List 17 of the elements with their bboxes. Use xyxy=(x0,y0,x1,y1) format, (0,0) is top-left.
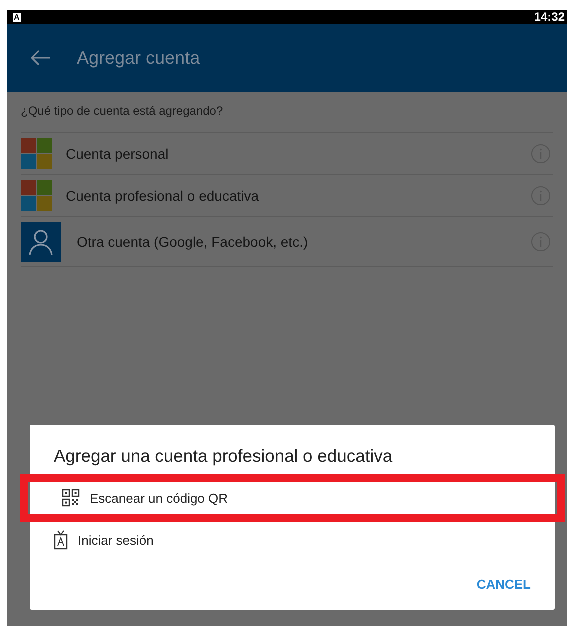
question-text: ¿Qué tipo de cuenta está agregando? xyxy=(20,103,224,120)
windows-logo-icon xyxy=(21,180,52,211)
dialog-title: Agregar una cuenta profesional o educativa xyxy=(53,445,394,468)
app-bar-title: Agregar cuenta xyxy=(77,48,200,68)
windows-logo-icon xyxy=(21,138,52,169)
dialog-option[interactable]: Escanear un código QR xyxy=(20,474,565,522)
account-type-item[interactable]: Otra cuenta (Google, Facebook, etc.) xyxy=(77,234,515,250)
status-time: 14:32 xyxy=(534,10,565,24)
id-badge-icon xyxy=(54,530,68,550)
cancel-button[interactable]: CANCEL xyxy=(470,570,537,598)
dialog-option[interactable]: Iniciar sesión xyxy=(30,522,555,558)
back-arrow-icon[interactable] xyxy=(31,50,51,66)
account-type-item[interactable]: Cuenta profesional o educativa xyxy=(66,188,517,204)
notification-icon: A xyxy=(13,12,21,22)
qr-code-icon xyxy=(62,489,80,507)
person-icon xyxy=(21,222,61,262)
account-type-item[interactable]: Cuenta personal xyxy=(66,146,517,162)
